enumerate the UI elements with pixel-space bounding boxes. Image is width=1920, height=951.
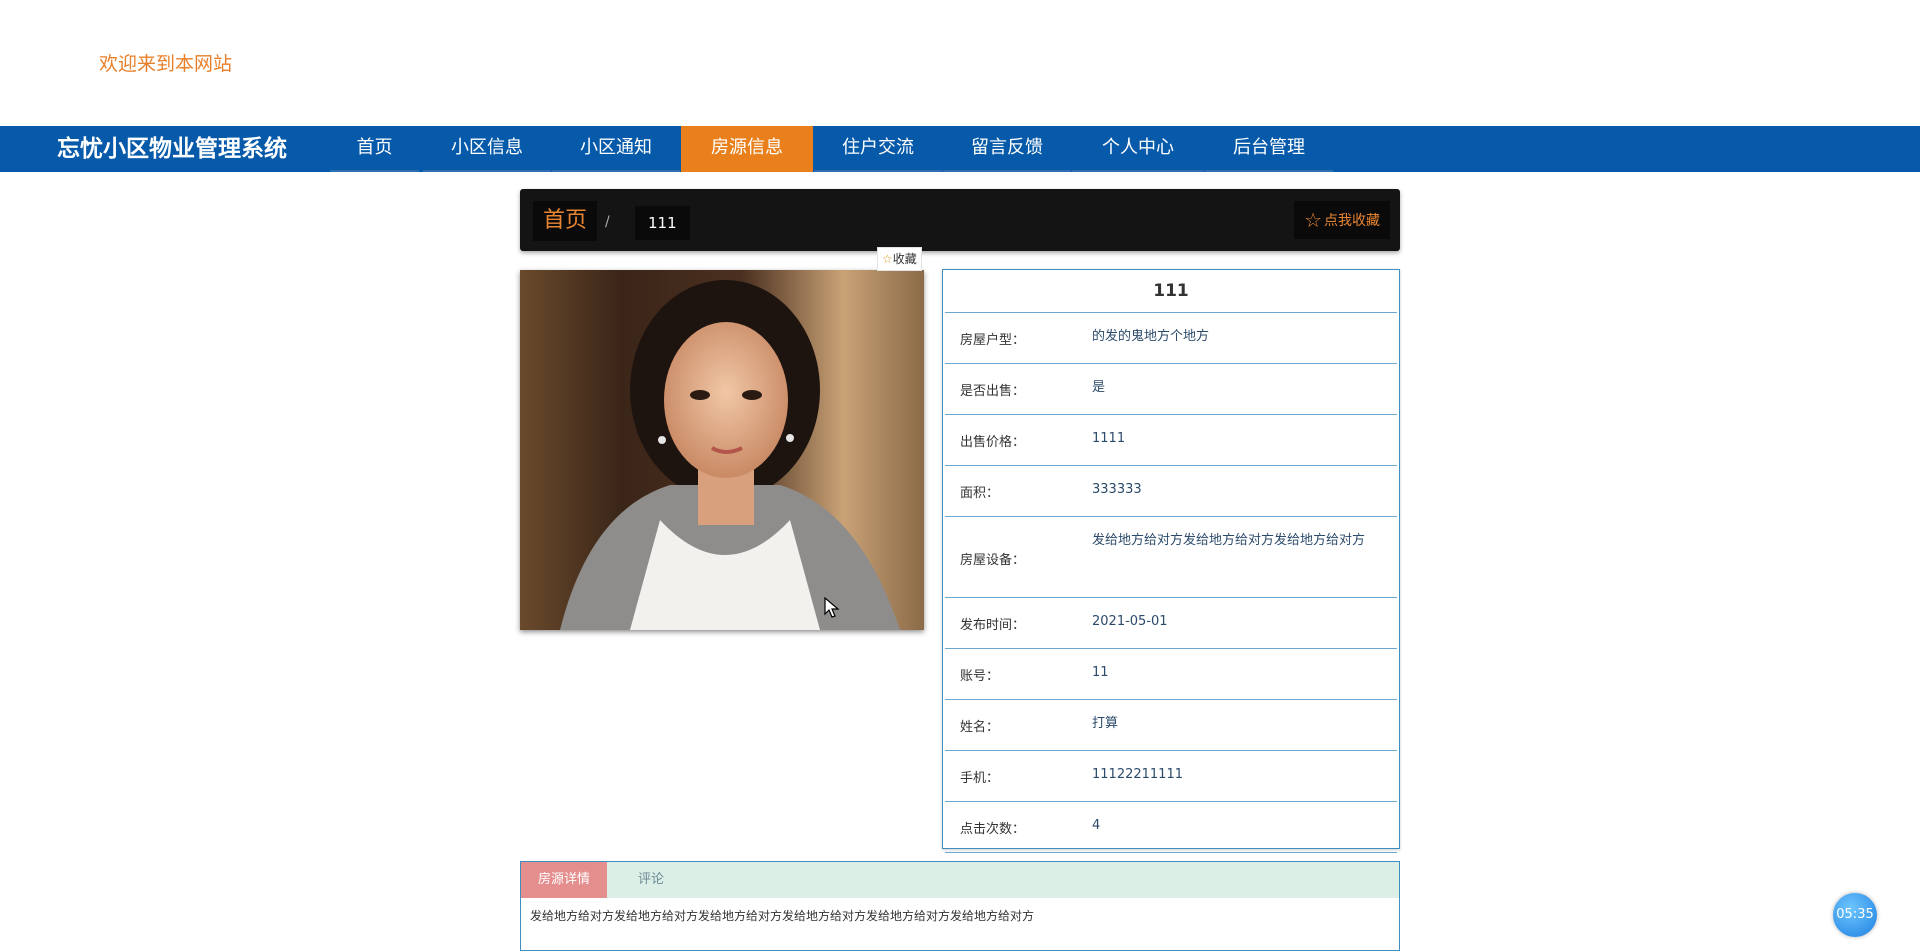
detail-label: 面积： [960, 486, 1000, 501]
tab-comments[interactable]: 评论 [621, 862, 681, 898]
main-navbar: 忘忧小区物业管理系统 首页 小区信息 小区通知 房源信息 住户交流 留言反馈 个… [0, 126, 1920, 172]
detail-label: 点击次数： [960, 822, 1026, 837]
detail-label: 手机： [960, 771, 1000, 786]
breadcrumb-bar: 首页 111 ☆ 点我收藏 [520, 189, 1400, 251]
welcome-text: 欢迎来到本网站 [99, 53, 233, 75]
detail-row: 是否出售： 是 [945, 364, 1397, 415]
favorite-small-button[interactable]: ☆收藏 [877, 247, 922, 271]
detail-label: 是否出售： [960, 384, 1026, 399]
breadcrumb-separator: / [605, 214, 610, 230]
detail-label: 姓名： [960, 720, 1000, 735]
detail-row: 发布时间： 2021-05-01 [945, 598, 1397, 649]
star-outline-icon: ☆ [1304, 208, 1322, 232]
tab-content-text: 发给地方给对方发给地方给对方发给地方给对方发给地方给对方发给地方给对方发给地方给… [530, 909, 1035, 923]
detail-row: 账号： 11 [945, 649, 1397, 700]
detail-label: 账号： [960, 669, 1000, 684]
nav-item-community-notice[interactable]: 小区通知 [552, 126, 680, 172]
nav-item-community-info[interactable]: 小区信息 [423, 126, 551, 172]
favorite-button[interactable]: ☆ 点我收藏 [1294, 201, 1390, 239]
breadcrumb-current: 111 [635, 206, 690, 240]
star-outline-icon: ☆ [882, 252, 893, 266]
nav-item-admin[interactable]: 后台管理 [1205, 126, 1333, 172]
favorite-small-label: 收藏 [892, 252, 917, 266]
detail-row: 出售价格： 1111 [945, 415, 1397, 466]
detail-label: 房屋设备： [960, 553, 1026, 568]
detail-row: 点击次数： 4 [945, 802, 1397, 853]
detail-value: 打算 [1092, 716, 1119, 731]
site-brand[interactable]: 忘忧小区物业管理系统 [57, 126, 287, 172]
detail-row: 房屋户型： 的发的鬼地方个地方 [945, 313, 1397, 364]
nav-item-resident-exchange[interactable]: 住户交流 [814, 126, 942, 172]
floating-clock[interactable]: 05:35 [1833, 893, 1877, 937]
detail-row: 房屋设备： 发给地方给对方发给地方给对方发给地方给对方 [945, 517, 1397, 598]
detail-value: 11 [1092, 665, 1109, 680]
breadcrumb-home[interactable]: 首页 [533, 201, 598, 241]
detail-value: 的发的鬼地方个地方 [1092, 329, 1210, 344]
house-photo [520, 270, 924, 630]
nav-item-feedback[interactable]: 留言反馈 [943, 126, 1071, 172]
nav-item-personal-center[interactable]: 个人中心 [1072, 126, 1204, 172]
favorite-button-label: 点我收藏 [1324, 213, 1380, 229]
detail-label: 出售价格： [960, 435, 1026, 450]
mouse-cursor-icon [824, 597, 840, 618]
house-title: 111 [945, 270, 1397, 313]
detail-value: 2021-05-01 [1092, 614, 1168, 629]
detail-row: 手机： 11122211111 [945, 751, 1397, 802]
detail-value: 1111 [1092, 431, 1126, 446]
detail-row: 面积： 333333 [945, 466, 1397, 517]
detail-row: 姓名： 打算 [945, 700, 1397, 751]
detail-value: 发给地方给对方发给地方给对方发给地方给对方 [1092, 533, 1366, 548]
house-detail-table: 111 房屋户型： 的发的鬼地方个地方 是否出售： 是 出售价格： 1111 面… [942, 269, 1400, 853]
detail-label: 房屋户型： [960, 333, 1026, 348]
detail-value: 11122211111 [1092, 767, 1183, 782]
detail-value: 4 [1092, 818, 1101, 833]
nav-item-home[interactable]: 首页 [330, 126, 419, 172]
tab-house-details[interactable]: 房源详情 [521, 862, 608, 898]
tabs-header: 房源详情 评论 [521, 862, 1399, 898]
nav-item-housing-info[interactable]: 房源信息 [681, 126, 813, 172]
detail-value: 333333 [1092, 482, 1142, 497]
detail-value: 是 [1092, 380, 1106, 395]
detail-label: 发布时间： [960, 618, 1026, 633]
